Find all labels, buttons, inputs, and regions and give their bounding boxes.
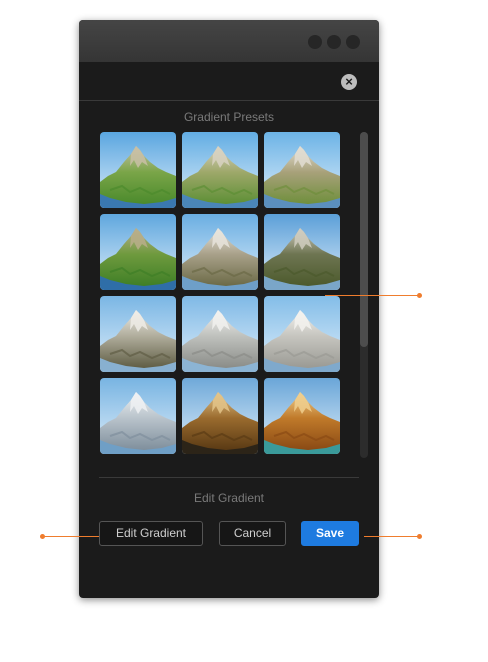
callout-line-save — [364, 536, 419, 537]
window-control-zoom[interactable] — [327, 35, 341, 49]
preset-thumbnail[interactable] — [264, 132, 340, 208]
cancel-button[interactable]: Cancel — [219, 521, 286, 546]
callout-dot-save — [417, 534, 422, 539]
divider — [99, 477, 359, 478]
window-control-close[interactable] — [346, 35, 360, 49]
preset-thumbnail[interactable] — [100, 296, 176, 372]
preset-thumbnail[interactable] — [264, 296, 340, 372]
presets-section-title: Gradient Presets — [183, 110, 275, 124]
preset-thumbnail[interactable] — [264, 214, 340, 290]
edit-section-title: Edit Gradient — [193, 491, 265, 505]
divider — [79, 100, 379, 101]
preset-thumbnail[interactable] — [100, 378, 176, 454]
preset-thumbnail[interactable] — [264, 378, 340, 454]
preset-thumbnail[interactable] — [182, 296, 258, 372]
preset-thumbnail[interactable] — [100, 132, 176, 208]
callout-line-presets — [325, 295, 419, 296]
save-button[interactable]: Save — [301, 521, 359, 546]
callout-line-edit-gradient — [42, 536, 99, 537]
preset-thumbnail[interactable] — [182, 214, 258, 290]
title-bar[interactable] — [79, 20, 379, 62]
scrollbar-thumb[interactable] — [360, 132, 368, 347]
edit-gradient-button[interactable]: Edit Gradient — [99, 521, 203, 546]
preset-thumbnail[interactable] — [182, 132, 258, 208]
callout-dot-presets — [417, 293, 422, 298]
preset-thumbnail[interactable] — [100, 214, 176, 290]
window-control-minimize[interactable] — [308, 35, 322, 49]
close-icon[interactable]: × — [341, 74, 357, 90]
gradient-preset-dialog: × Gradient Presets Edit Gradient Edit Gr… — [79, 20, 379, 598]
preset-thumbnail[interactable] — [182, 378, 258, 454]
